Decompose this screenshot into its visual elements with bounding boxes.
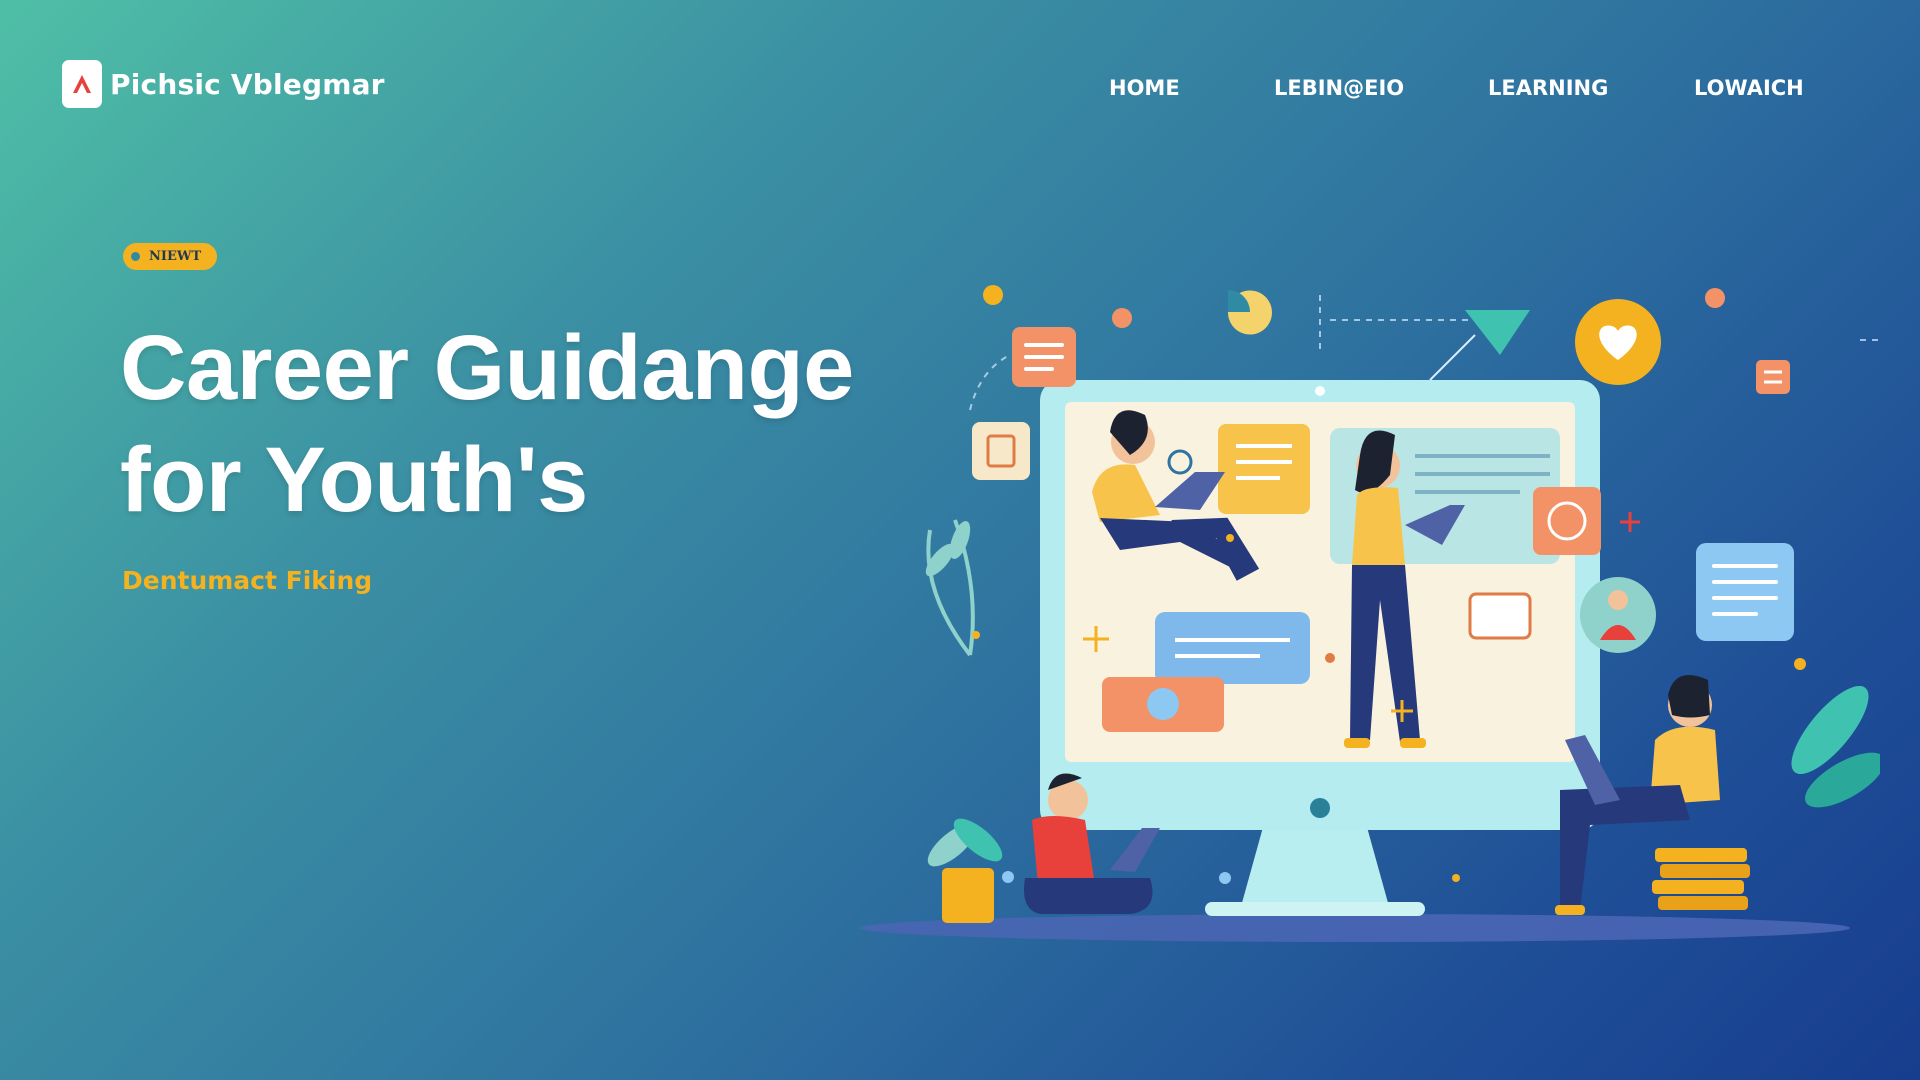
hero-title: Career Guidange for Youth's [120, 312, 920, 536]
notes-card-icon [972, 422, 1030, 480]
hero-title-line2: for Youth's [120, 429, 588, 531]
nav-item-learning[interactable]: LEARNING [1488, 76, 1608, 100]
career-illustration-svg [860, 285, 1880, 942]
nav-item-home[interactable]: HOME [1109, 76, 1180, 100]
monitor-stand-shape [1240, 820, 1390, 910]
nav-item-2[interactable]: LEBIN@EIO [1274, 76, 1404, 100]
info-circle-icon [1147, 688, 1179, 720]
main-nav: HOME LEBIN@EIO LEARNING LOWAICH [0, 76, 1920, 106]
plant-left-icon [925, 519, 975, 657]
chat-document-icon [1696, 543, 1794, 641]
hero-title-line1: Career Guidange [120, 317, 854, 419]
paper-plane-icon [1465, 310, 1530, 355]
hero-subtitle: Dentumact Fiking [122, 566, 373, 595]
new-badge: NIEWT [123, 243, 218, 270]
plant-right-icon [1791, 685, 1880, 808]
hero-illustration [860, 260, 1880, 980]
avatar-bubble [1580, 577, 1656, 653]
message-icon [1468, 592, 1532, 640]
coin-stack-icon [1652, 848, 1750, 910]
potted-plant-icon [927, 818, 1003, 923]
nav-item-4[interactable]: LOWAICH [1694, 76, 1804, 100]
